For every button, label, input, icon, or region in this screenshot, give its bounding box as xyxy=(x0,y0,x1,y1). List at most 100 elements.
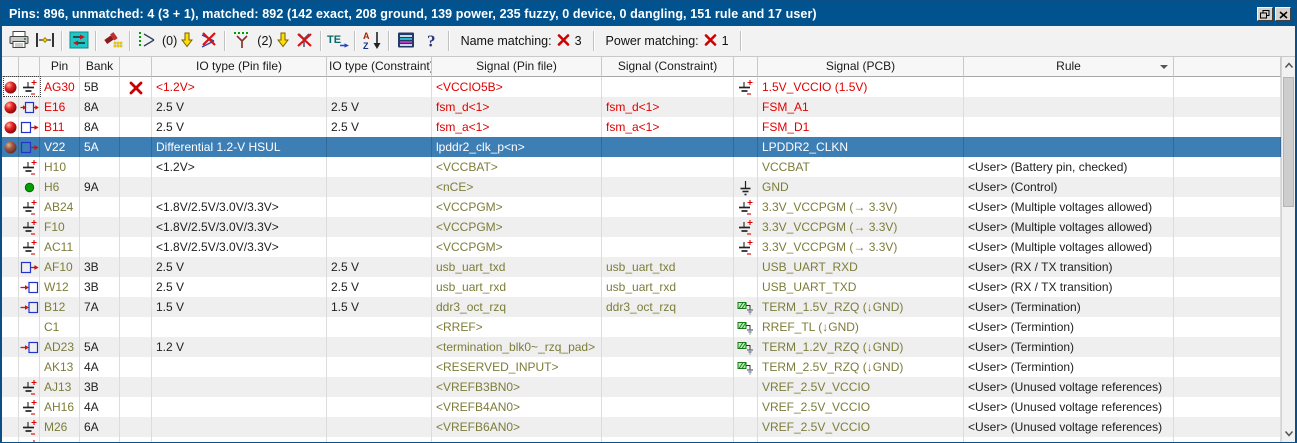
cell-match[interactable] xyxy=(120,297,152,317)
cell-bank[interactable]: 7A xyxy=(80,297,120,317)
pin-row-C1[interactable]: C1<RREF>RREF_TL (↓GND)<User> (Termintion… xyxy=(2,317,1281,337)
cell-sig_pcb[interactable]: USB_UART_TXD xyxy=(758,277,964,297)
cell-ptype[interactable] xyxy=(19,257,40,277)
cell-pin[interactable]: M26 xyxy=(40,417,80,437)
cell-sig_pin[interactable]: <VCCIO5B> xyxy=(432,77,602,97)
cell-sig_pin[interactable]: <VCCBAT> xyxy=(432,157,602,177)
cell-bank[interactable]: 3B xyxy=(80,377,120,397)
cell-pcbicon[interactable] xyxy=(734,97,758,117)
pin-row-AC11[interactable]: AC11<1.8V/2.5V/3.0V/3.3V><VCCPGM>3.3V_VC… xyxy=(2,237,1281,257)
cell-rule[interactable]: <User> (RX / TX transition) xyxy=(964,257,1174,277)
filter-button[interactable] xyxy=(134,28,160,54)
cell-ptype[interactable] xyxy=(19,277,40,297)
cell-io_pin[interactable] xyxy=(152,317,327,337)
cell-pin[interactable]: AG30 xyxy=(40,77,80,97)
cell-sig_con[interactable] xyxy=(602,157,734,177)
cell-sig_pin[interactable]: fsm_a<1> xyxy=(432,117,602,137)
cell-sig_pcb[interactable]: TERM_2.5V_RZQ (↓GND) xyxy=(758,357,964,377)
cell-rule[interactable]: <User> (Unused voltage references) xyxy=(964,417,1174,437)
cell-rule[interactable]: <User> (Termination) xyxy=(964,297,1174,317)
scrollbar-thumb[interactable] xyxy=(1283,77,1294,207)
cell-sig_con[interactable] xyxy=(602,357,734,377)
print-button[interactable] xyxy=(6,28,32,54)
cell-ptype[interactable] xyxy=(19,177,40,197)
cell-io_con[interactable] xyxy=(327,197,432,217)
cell-pin[interactable]: AC11 xyxy=(40,237,80,257)
column-header-io_pin[interactable]: IO type (Pin file) xyxy=(152,57,327,77)
cell-sig_con[interactable] xyxy=(602,377,734,397)
cell-match[interactable] xyxy=(120,197,152,217)
cell-pcbicon[interactable] xyxy=(734,137,758,157)
cell-io_pin[interactable]: 2.5 V xyxy=(152,97,327,117)
vertical-scrollbar[interactable] xyxy=(1281,57,1295,442)
tree-filter-button[interactable] xyxy=(229,28,255,54)
cell-bank[interactable]: 4A xyxy=(80,357,120,377)
cell-sig_pcb[interactable]: VCCBAT xyxy=(758,157,964,177)
cell-io_con[interactable] xyxy=(327,317,432,337)
cell-status[interactable] xyxy=(2,197,19,217)
cell-match[interactable] xyxy=(120,137,152,157)
cell-io_pin[interactable]: Differential 1.2-V HSUL xyxy=(152,137,327,157)
filter-dropdown-button[interactable] xyxy=(179,28,195,54)
cell-io_pin[interactable]: <1.2V> xyxy=(152,77,327,97)
cell-sig_con[interactable] xyxy=(602,237,734,257)
cell-ptype[interactable] xyxy=(19,297,40,317)
cell-sig_con[interactable] xyxy=(602,217,734,237)
compare-pins-button[interactable] xyxy=(32,28,58,54)
cell-pin[interactable]: B12 xyxy=(40,297,80,317)
cell-io_pin[interactable]: 2.5 V xyxy=(152,117,327,137)
cell-ptype[interactable] xyxy=(19,97,40,117)
cell-sig_con[interactable]: ddr3_oct_rzq xyxy=(602,297,734,317)
cell-status[interactable] xyxy=(2,177,19,197)
cell-sig_pin[interactable]: fsm_d<1> xyxy=(432,97,602,117)
cell-ptype[interactable] xyxy=(19,377,40,397)
cell-io_con[interactable] xyxy=(327,237,432,257)
cell-rule[interactable]: <User> (RX / TX transition) xyxy=(964,277,1174,297)
cell-io_con[interactable] xyxy=(327,417,432,437)
cell-sig_pin[interactable]: <VREFB3BN0> xyxy=(432,377,602,397)
cell-rule[interactable]: <User> (Multiple voltages allowed) xyxy=(964,237,1174,257)
cell-rule[interactable] xyxy=(964,77,1174,97)
pin-row-H10[interactable]: H10<1.2V><VCCBAT>VCCBAT<User> (Battery p… xyxy=(2,157,1281,177)
cell-io_con[interactable] xyxy=(327,437,432,442)
cell-sig_con[interactable]: fsm_a<1> xyxy=(602,117,734,137)
cell-bank[interactable]: 5A xyxy=(80,337,120,357)
cell-pin[interactable]: B8 xyxy=(40,437,80,442)
cell-match[interactable] xyxy=(120,157,152,177)
cell-status[interactable] xyxy=(2,437,19,442)
cell-sig_con[interactable] xyxy=(602,197,734,217)
cell-ptype[interactable] xyxy=(19,157,40,177)
cell-bank[interactable] xyxy=(80,237,120,257)
cell-rule[interactable]: <User> (Control) xyxy=(964,177,1174,197)
cell-status[interactable] xyxy=(2,337,19,357)
cell-sig_con[interactable]: usb_uart_txd xyxy=(602,257,734,277)
cell-ptype[interactable] xyxy=(19,137,40,157)
cell-sig_pin[interactable]: <VCCPGM> xyxy=(432,237,602,257)
cell-pcbicon[interactable] xyxy=(734,77,758,97)
column-header-pin[interactable]: Pin xyxy=(40,57,80,77)
cell-sig_con[interactable]: fsm_d<1> xyxy=(602,97,734,117)
cell-ptype[interactable] xyxy=(19,417,40,437)
cell-pcbicon[interactable] xyxy=(734,417,758,437)
cell-io_con[interactable] xyxy=(327,157,432,177)
column-header-sig_con[interactable]: Signal (Constraint) xyxy=(602,57,734,77)
cell-sig_con[interactable] xyxy=(602,77,734,97)
cell-ptype[interactable] xyxy=(19,77,40,97)
cell-status[interactable] xyxy=(2,157,19,177)
cell-rule[interactable] xyxy=(964,117,1174,137)
cell-sig_pin[interactable]: <nCE> xyxy=(432,177,602,197)
cell-sig_con[interactable] xyxy=(602,417,734,437)
cell-io_pin[interactable]: <1.8V/2.5V/3.0V/3.3V> xyxy=(152,237,327,257)
cell-pin[interactable]: W12 xyxy=(40,277,80,297)
cell-bank[interactable]: 8A xyxy=(80,117,120,137)
cell-rule[interactable] xyxy=(964,137,1174,157)
cell-sig_con[interactable]: usb_uart_rxd xyxy=(602,277,734,297)
cell-io_con[interactable] xyxy=(327,377,432,397)
cell-bank[interactable]: 3B xyxy=(80,257,120,277)
pin-row-B8[interactable]: B88A<VREFB8AN0>VREF_2.5V_VCCIO<User> (Un… xyxy=(2,437,1281,442)
cell-sig_pcb[interactable]: TERM_1.2V_RZQ (↓GND) xyxy=(758,337,964,357)
column-header-bank[interactable]: Bank xyxy=(80,57,120,77)
cell-ptype[interactable] xyxy=(19,217,40,237)
cell-ptype[interactable] xyxy=(19,357,40,377)
cell-bank[interactable] xyxy=(80,217,120,237)
